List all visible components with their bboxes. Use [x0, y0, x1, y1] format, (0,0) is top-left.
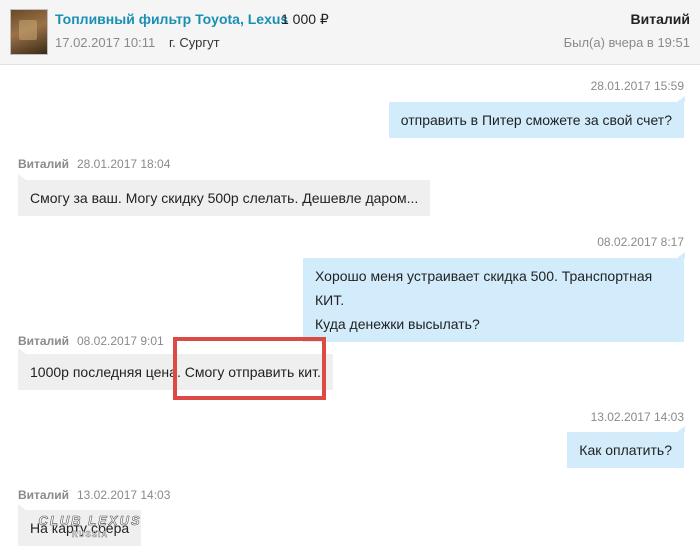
message-text: Как оплатить? [579, 442, 672, 458]
watermark-line-2: RUSSIA [72, 530, 108, 539]
watermark-line-1: CLUB LEXUS [38, 513, 141, 528]
message-meta: Виталий 08.02.2017 9:01 [18, 334, 164, 348]
highlight-annotation-box [173, 337, 326, 400]
message-bubble-outgoing: Как оплатить? [567, 426, 685, 468]
message-text: отправить в Питер сможете за свой счет? [400, 112, 672, 128]
conversation-header: Топливный фильтр Toyota, Lexus 1 000 ₽ 1… [0, 0, 700, 65]
listing-date: 17.02.2017 10:11 [55, 35, 156, 50]
last-seen-status: Был(а) вчера в 19:51 [563, 35, 690, 50]
message-bubble-incoming: Смогу за ваш. Могу скидку 500р слелать. … [18, 174, 431, 216]
product-thumbnail[interactable] [10, 9, 48, 55]
message-meta: Виталий 13.02.2017 14:03 [18, 488, 170, 502]
message-timestamp: 08.02.2017 9:01 [76, 334, 164, 348]
message-text: Смогу за ваш. Могу скидку 500р слелать. … [30, 190, 419, 206]
message-bubble-outgoing: Хорошо меня устраивает скидка 500. Транс… [303, 252, 685, 342]
message-timestamp: 28.01.2017 15:59 [590, 79, 684, 93]
message-timestamp: 13.02.2017 14:03 [76, 488, 171, 502]
message-meta: Виталий 28.01.2017 18:04 [18, 157, 170, 171]
message-text: Хорошо меня устраивает скидка 500. Транс… [315, 268, 653, 308]
message-text: Куда денежки высылать? [315, 316, 480, 332]
chat-partner-name[interactable]: Виталий [631, 11, 690, 27]
club-lexus-watermark-logo: CLUB LEXUS RUSSIA [25, 513, 155, 539]
listing-city: г. Сургут [169, 35, 220, 50]
product-title-link[interactable]: Топливный фильтр Toyota, Lexus [55, 11, 288, 27]
message-author: Виталий [18, 488, 69, 502]
message-author: Виталий [18, 157, 69, 171]
message-timestamp: 08.02.2017 8:17 [597, 235, 684, 249]
message-author: Виталий [18, 334, 69, 348]
message-bubble-outgoing: отправить в Питер сможете за свой счет? [388, 96, 686, 138]
message-timestamp: 28.01.2017 18:04 [76, 157, 171, 171]
message-timestamp: 13.02.2017 14:03 [590, 410, 684, 424]
product-price: 1 000 ₽ [281, 11, 329, 27]
